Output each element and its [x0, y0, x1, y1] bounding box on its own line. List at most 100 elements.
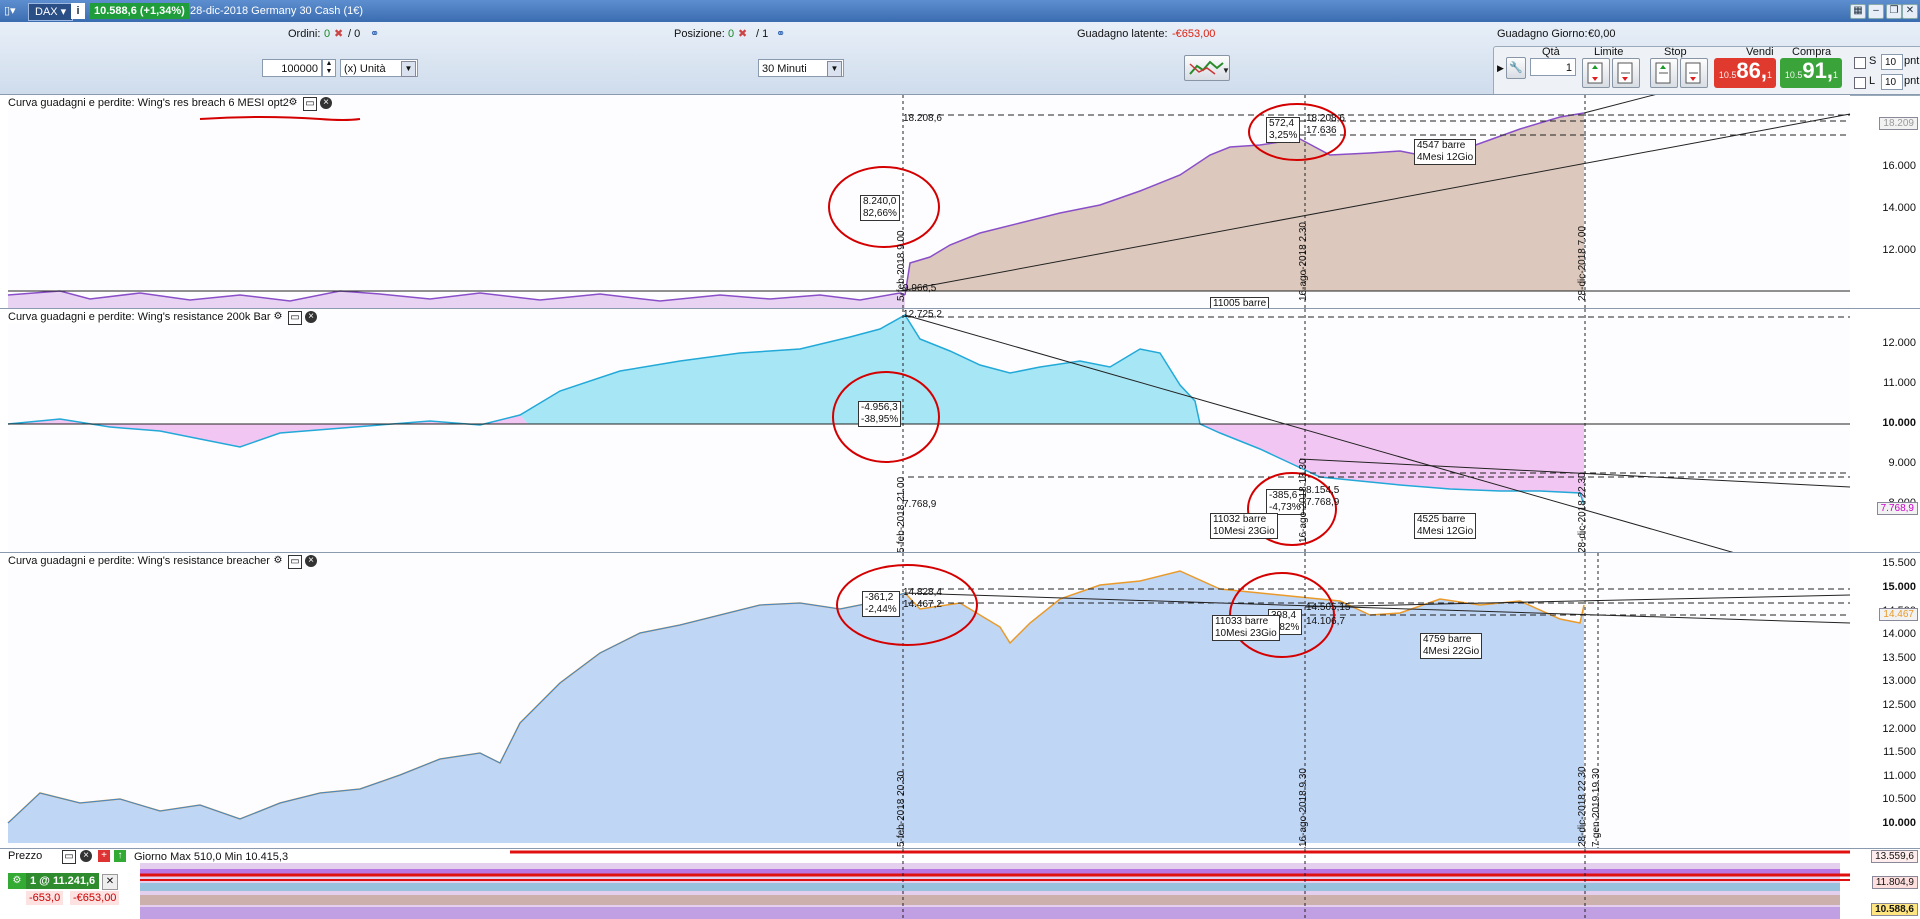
sell-label: Vendi — [1746, 46, 1774, 58]
wrench-icon[interactable]: ⚙ — [272, 311, 284, 323]
sell-button[interactable]: 10.586,1 — [1714, 58, 1776, 88]
up-arrow-icon[interactable]: ↑ — [114, 850, 126, 862]
close-icon[interactable]: × — [320, 97, 332, 109]
note-line: 3,25% — [1269, 130, 1298, 141]
note-line: 572,4 — [1269, 118, 1295, 129]
chart-type-button[interactable]: ▼ — [1184, 55, 1230, 81]
note-line: -4.956,3 — [861, 402, 898, 413]
wrench-icon[interactable]: ⚙ — [272, 555, 284, 567]
position-qty[interactable]: 1 @ 11.241,6 — [26, 873, 100, 889]
wrench-icon[interactable]: ⚙ — [287, 97, 299, 109]
y-tick: 15.000 — [1882, 581, 1916, 593]
collapse-arrow-icon[interactable]: ▶ — [1497, 63, 1504, 74]
title-bar: ▯▾ DAX ▾ i 10.588,6 (+1,34%) 28-dic-2018… — [0, 0, 1920, 22]
quantity-stepper[interactable]: ▲ ▼ — [322, 59, 336, 77]
note-line: -385,6 — [1269, 490, 1298, 501]
sell-price: 86, — [1736, 58, 1767, 83]
y-tick: 12.000 — [1882, 244, 1916, 256]
stop-checkbox[interactable] — [1854, 57, 1866, 69]
close-icon[interactable]: × — [80, 850, 92, 862]
orders-total: / 0 — [348, 28, 361, 40]
price-tag: 13.559,6 — [1871, 850, 1918, 863]
y-tick: 14.000 — [1882, 628, 1916, 640]
pnt-label: pnt — [1904, 75, 1920, 87]
stop-sell-button[interactable] — [1680, 58, 1708, 88]
maximize-icon[interactable]: ▭ — [288, 311, 302, 325]
stop-buy-button[interactable] — [1650, 58, 1678, 88]
y-tick: 10.500 — [1882, 793, 1916, 805]
minimize-icon[interactable]: – — [1868, 4, 1884, 19]
equity-panel-res-breach: Curva guadagni e perdite: Wing's res bre… — [0, 94, 1920, 311]
day-gain-value: €0,00 — [1588, 28, 1616, 40]
y-tick: 9.000 — [1888, 457, 1916, 469]
buy-price-sup: 1 — [1832, 70, 1838, 80]
drawdown-note: -361,2 -2,44% — [862, 591, 900, 617]
drawdown-note: 572,4 3,25% — [1266, 117, 1301, 143]
y-tick: 11.000 — [1883, 770, 1916, 782]
position-total: / 1 — [756, 28, 769, 40]
symbol-label: DAX — [35, 6, 58, 18]
price-change-badge: 10.588,6 (+1,34%) — [90, 3, 189, 19]
level-label: 7.768,9 — [1306, 497, 1340, 508]
grid-icon[interactable]: ▦ — [1850, 4, 1866, 19]
restore-icon[interactable]: ❐ — [1886, 4, 1902, 19]
limit-label: Limite — [1594, 46, 1624, 58]
close-icon[interactable]: × — [305, 311, 317, 323]
chevron-down-icon: ▼ — [827, 61, 842, 77]
wrench-icon[interactable]: 🔧 — [1506, 57, 1526, 79]
stop-points-input[interactable]: 10 — [1881, 54, 1903, 70]
add-indicator-icon[interactable]: + — [98, 850, 110, 862]
orders-value: 0 — [324, 28, 331, 40]
note-line: 82,66% — [863, 208, 897, 219]
equity-curve-chart — [7, 553, 1851, 849]
unrealized-label: Guadagno latente: — [1077, 28, 1168, 40]
maximize-icon[interactable]: ▭ — [62, 850, 76, 864]
limit-buy-button[interactable] — [1582, 58, 1610, 88]
date-marker: 5-feb-2018 21.00 — [896, 476, 907, 553]
bars-note: 4759 barre 4Mesi 22Gio — [1420, 633, 1483, 659]
level-labels: 14.505,15 14.106,7 — [1306, 601, 1351, 629]
s-label: S — [1869, 55, 1877, 67]
orders-link-icon[interactable]: ⚭ — [370, 27, 379, 40]
current-price-tag: 10.588,6 — [1871, 903, 1918, 916]
unit-select[interactable]: (x) Unità ▼ — [340, 59, 418, 77]
buy-label: Compra — [1792, 46, 1832, 58]
timeframe-select[interactable]: 30 Minuti ▼ — [758, 59, 844, 77]
buy-button[interactable]: 10.591,1 — [1780, 58, 1842, 88]
position-pnl-currency: -€653,00 — [70, 891, 120, 905]
unrealized-value: -€653,00 — [1172, 28, 1216, 40]
limit-checkbox[interactable] — [1854, 77, 1866, 89]
qty-label: Qtà — [1542, 46, 1560, 58]
note-line: 11032 barre — [1213, 514, 1267, 525]
y-tick: 10.000 — [1882, 417, 1916, 429]
buy-price: 91, — [1802, 58, 1833, 83]
note-line: -361,2 — [865, 592, 894, 603]
qty-input[interactable]: 1 — [1530, 58, 1576, 76]
equity-panel-200k-bar: Curva guadagni e perdite: Wing's resista… — [0, 308, 1920, 553]
bars-note: 4525 barre 4Mesi 12Gio — [1414, 513, 1477, 539]
limit-points-input[interactable]: 10 — [1881, 74, 1903, 90]
day-range-info: Giorno Max 510,0 Min 10.415,3 — [134, 851, 289, 863]
level-label: 9.966,5 — [903, 283, 937, 294]
stop-order-icon — [1685, 62, 1701, 84]
orders-cancel-icon[interactable]: ✖ — [334, 27, 343, 40]
limit-sell-button[interactable] — [1612, 58, 1640, 88]
position-icon[interactable]: ⚙ — [8, 873, 26, 889]
order-panel: ▶ 🔧 Qtà 1 Limite Stop Vendi 10.586,1 Com… — [1493, 46, 1920, 96]
maximize-icon[interactable]: ▭ — [303, 97, 317, 111]
close-icon[interactable]: × — [305, 555, 317, 567]
date-marker: 16-ago-2018 2.30 — [1298, 222, 1309, 301]
symbol-dropdown[interactable]: DAX ▾ — [28, 3, 74, 21]
note-line: 11033 barre — [1215, 616, 1269, 627]
date-marker: 28-dic-2018 22.30 — [1577, 766, 1588, 847]
app-menu-icon[interactable]: ▯▾ — [4, 3, 24, 19]
close-icon[interactable]: ✕ — [1902, 4, 1918, 19]
close-position-icon[interactable]: ✕ — [102, 874, 118, 890]
position-link-icon[interactable]: ⚭ — [776, 27, 785, 40]
date-marker: 5-feb-2018 9.00 — [896, 230, 907, 301]
quantity-input[interactable]: 100000 — [262, 59, 322, 77]
info-icon[interactable]: i — [71, 3, 85, 19]
note-line: 4759 barre — [1423, 634, 1472, 645]
position-cancel-icon[interactable]: ✖ — [738, 27, 747, 40]
maximize-icon[interactable]: ▭ — [288, 555, 302, 569]
